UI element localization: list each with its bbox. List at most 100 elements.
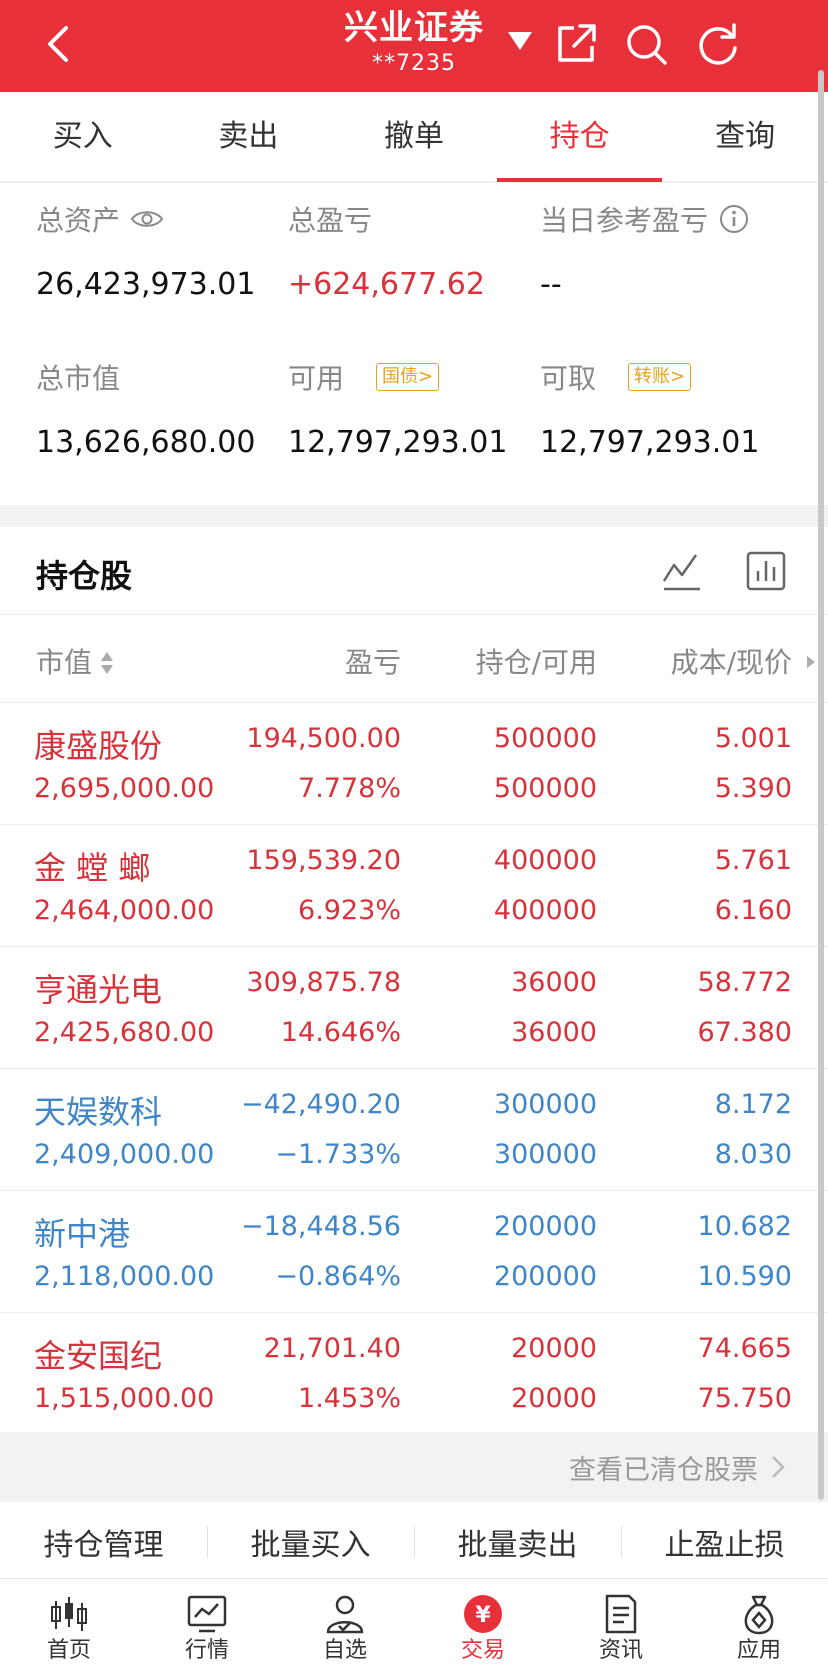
total-pl-label: 总盈亏: [288, 204, 373, 237]
profit-loss: 309,875.78: [246, 967, 401, 998]
available-qty: 36000: [511, 1017, 597, 1048]
stock-name: 亨通光电: [34, 971, 163, 1009]
nav-trade-label: 交易: [460, 1638, 505, 1663]
bar-chart-icon[interactable]: [744, 549, 788, 593]
nav-news[interactable]: 资讯: [552, 1579, 690, 1671]
nav-market[interactable]: 行情: [138, 1579, 276, 1671]
nav-market-label: 行情: [184, 1638, 229, 1663]
user-check-icon: [326, 1595, 364, 1634]
tab-positions[interactable]: 持仓: [496, 92, 663, 182]
stop-profit-loss-button[interactable]: 止盈止损: [621, 1520, 828, 1564]
profit-loss: −42,490.20: [240, 1089, 401, 1120]
available-cell: 可用 国债> 12,797,293.01: [288, 357, 507, 460]
chart-icon: [187, 1595, 227, 1633]
holding-row[interactable]: 天娱数科 2,409,000.00 −42,490.20 −1.733% 300000 3…: [0, 1069, 828, 1191]
holdings-header: 持仓股: [0, 527, 828, 615]
scrollbar[interactable]: [818, 70, 824, 1500]
app-header: 兴业证券 **7235: [0, 0, 828, 92]
holding-row[interactable]: 金 螳 螂 2,464,000.00 159,539.20 6.923% 400000 4…: [0, 825, 828, 947]
holdings-title: 持仓股: [36, 557, 133, 595]
col-position: 持仓/可用: [475, 646, 597, 679]
refresh-icon[interactable]: [694, 20, 742, 68]
profit-loss-pct: 14.646%: [280, 1017, 401, 1048]
batch-sell-button[interactable]: 批量卖出: [414, 1520, 621, 1564]
position-qty: 500000: [493, 723, 597, 754]
available-qty: 300000: [493, 1139, 597, 1170]
tab-query[interactable]: 查询: [662, 92, 828, 181]
market-value: 1,515,000.00: [34, 1383, 215, 1414]
treasury-bond-tag[interactable]: 国债>: [376, 363, 440, 391]
tab-buy[interactable]: 买入: [0, 92, 166, 181]
nav-apps-label: 应用: [736, 1638, 781, 1663]
total-assets-cell: 总资产 26,423,973.01: [36, 199, 255, 302]
line-chart-icon[interactable]: [660, 549, 704, 593]
trade-tabs: 买入 卖出 撤单 持仓 查询: [0, 92, 828, 182]
holding-row[interactable]: 亨通光电 2,425,680.00 309,875.78 14.646% 36000 36…: [0, 947, 828, 1069]
nav-home[interactable]: 首页: [0, 1579, 138, 1671]
profit-loss-pct: −1.733%: [275, 1139, 401, 1170]
bottom-nav: 首页 行情 自选 ¥ 交易 资讯 应用: [0, 1578, 828, 1671]
available-label: 可用: [288, 362, 345, 395]
tab-cancel[interactable]: 撤单: [331, 92, 497, 181]
cost-price: 5.001: [714, 723, 792, 754]
position-manage-button[interactable]: 持仓管理: [0, 1520, 207, 1564]
market-value-cell: 总市值 13,626,680.00: [36, 357, 255, 460]
tab-sell[interactable]: 卖出: [166, 92, 332, 181]
position-qty: 20000: [511, 1333, 597, 1364]
yuan-coin-icon: ¥: [464, 1595, 502, 1633]
position-qty: 36000: [511, 967, 597, 998]
profit-loss: 159,539.20: [246, 845, 401, 876]
holding-row[interactable]: 康盛股份 2,695,000.00 194,500.00 7.778% 500000 50…: [0, 703, 828, 825]
today-pl-cell: 当日参考盈亏 --: [540, 199, 750, 302]
col-cost-price: 成本/现价: [670, 646, 792, 679]
market-value: 2,118,000.00: [34, 1261, 215, 1292]
money-bag-icon: [744, 1595, 774, 1635]
current-price: 5.390: [714, 773, 792, 804]
available-qty: 500000: [493, 773, 597, 804]
eye-icon[interactable]: [130, 207, 164, 231]
today-pl-label: 当日参考盈亏: [540, 204, 709, 237]
available-value: 12,797,293.01: [288, 425, 508, 460]
market-value: 2,695,000.00: [34, 773, 215, 804]
market-value: 2,464,000.00: [34, 895, 215, 926]
stock-name: 康盛股份: [34, 727, 163, 765]
cost-price: 8.172: [714, 1089, 792, 1120]
dropdown-caret-icon[interactable]: [506, 30, 534, 52]
cleared-stocks-label[interactable]: 查看已清仓股票: [569, 1448, 758, 1487]
document-icon: [605, 1594, 637, 1634]
broker-title[interactable]: 兴业证券: [344, 6, 484, 50]
stock-name: 金 螳 螂: [34, 849, 151, 887]
transfer-tag[interactable]: 转账>: [628, 363, 692, 391]
info-icon[interactable]: [718, 203, 750, 235]
nav-watchlist[interactable]: 自选: [276, 1579, 414, 1671]
holdings-list: 康盛股份 2,695,000.00 194,500.00 7.778% 500000 50…: [0, 703, 828, 1435]
position-actions: 持仓管理 批量买入 批量卖出 止盈止损: [0, 1502, 828, 1582]
col-market-value[interactable]: 市值: [36, 641, 92, 681]
chevron-right-icon: [772, 1456, 785, 1478]
search-icon[interactable]: [622, 20, 670, 68]
holdings-section: 持仓股 市值 盈亏 持仓/可用 成本/现价 康盛股份 2,695,000.00 19…: [0, 527, 828, 1432]
total-assets-label: 总资产: [36, 204, 121, 237]
cleared-stocks-link[interactable]: 查看已清仓股票: [0, 1432, 828, 1502]
nav-apps[interactable]: 应用: [690, 1579, 828, 1671]
current-price: 67.380: [697, 1017, 792, 1048]
scroll-right-icon[interactable]: [806, 655, 816, 669]
market-value: 2,409,000.00: [34, 1139, 215, 1170]
current-price: 75.750: [697, 1383, 792, 1414]
total-pl-cell: 总盈亏 +624,677.62: [288, 199, 485, 302]
total-pl-value: +624,677.62: [288, 267, 485, 302]
nav-trade[interactable]: ¥ 交易: [414, 1579, 552, 1671]
available-qty: 200000: [493, 1261, 597, 1292]
nav-news-label: 资讯: [598, 1638, 643, 1663]
holding-row[interactable]: 新中港 2,118,000.00 −18,448.56 −0.864% 200000 20…: [0, 1191, 828, 1313]
cost-price: 5.761: [714, 845, 792, 876]
cost-price: 74.665: [697, 1333, 792, 1364]
available-qty: 20000: [511, 1383, 597, 1414]
position-qty: 200000: [493, 1211, 597, 1242]
profit-loss-pct: 6.923%: [298, 895, 401, 926]
share-icon[interactable]: [552, 20, 600, 68]
stock-name: 金安国纪: [34, 1337, 163, 1375]
holding-row[interactable]: 金安国纪 1,515,000.00 21,701.40 1.453% 20000 2000…: [0, 1313, 828, 1435]
batch-buy-button[interactable]: 批量买入: [207, 1520, 414, 1564]
sort-icon[interactable]: [100, 651, 114, 675]
